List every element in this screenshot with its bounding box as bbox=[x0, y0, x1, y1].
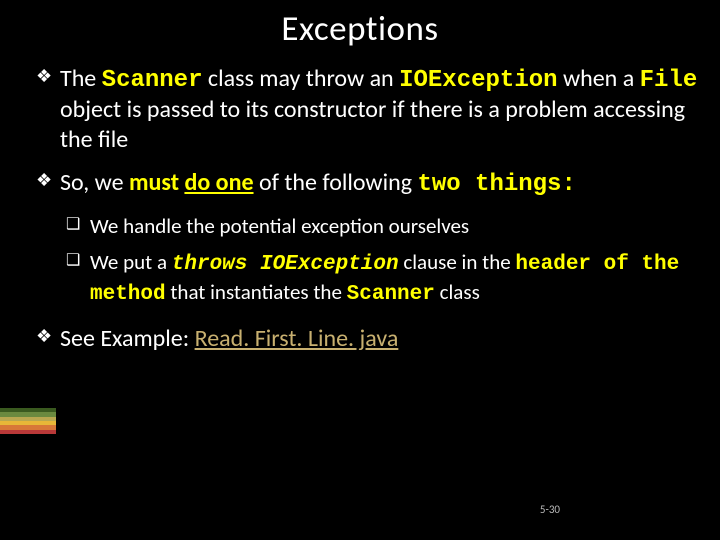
text: object is passed to its constructor if t… bbox=[60, 95, 685, 153]
code-throws-ioexception: throws IOException bbox=[172, 253, 399, 276]
code-file: File bbox=[640, 67, 698, 94]
code-scanner-2: Scanner bbox=[347, 283, 435, 306]
text: class bbox=[435, 279, 480, 305]
text: that instantiates the bbox=[166, 279, 347, 305]
slide-title: Exceptions bbox=[0, 0, 720, 64]
text: We handle the potential exception oursel… bbox=[90, 213, 469, 239]
text: when a bbox=[558, 64, 640, 93]
example-link[interactable]: Read. First. Line. java bbox=[195, 324, 399, 353]
bullet-see-example: See Example: Read. First. Line. java bbox=[36, 324, 706, 353]
text: The bbox=[60, 64, 102, 93]
text: See Example: bbox=[60, 324, 195, 353]
page-number: 5-30 bbox=[540, 503, 560, 516]
text: of the following bbox=[254, 168, 418, 197]
bullet-scanner-ioexception: The Scanner class may throw an IOExcepti… bbox=[36, 64, 706, 154]
emphasis-must: must bbox=[129, 168, 179, 197]
code-ioexception: IOException bbox=[399, 67, 557, 94]
accent-stripe bbox=[0, 408, 56, 434]
text: So, we bbox=[60, 168, 129, 197]
text: clause in the bbox=[399, 249, 516, 275]
text: class may throw an bbox=[203, 64, 400, 93]
bullet-must-do-one: So, we must do one of the following two … bbox=[36, 168, 706, 199]
sub-bullet-throws-clause: We put a throws IOException clause in th… bbox=[66, 249, 706, 308]
text: : bbox=[561, 171, 575, 198]
text: We put a bbox=[90, 249, 172, 275]
emphasis-do-one: do one bbox=[184, 168, 253, 197]
code-scanner: Scanner bbox=[102, 67, 203, 94]
emphasis-two-things: two things bbox=[417, 171, 561, 198]
sub-bullet-handle-exception: We handle the potential exception oursel… bbox=[66, 213, 706, 239]
slide-content: The Scanner class may throw an IOExcepti… bbox=[0, 64, 720, 353]
